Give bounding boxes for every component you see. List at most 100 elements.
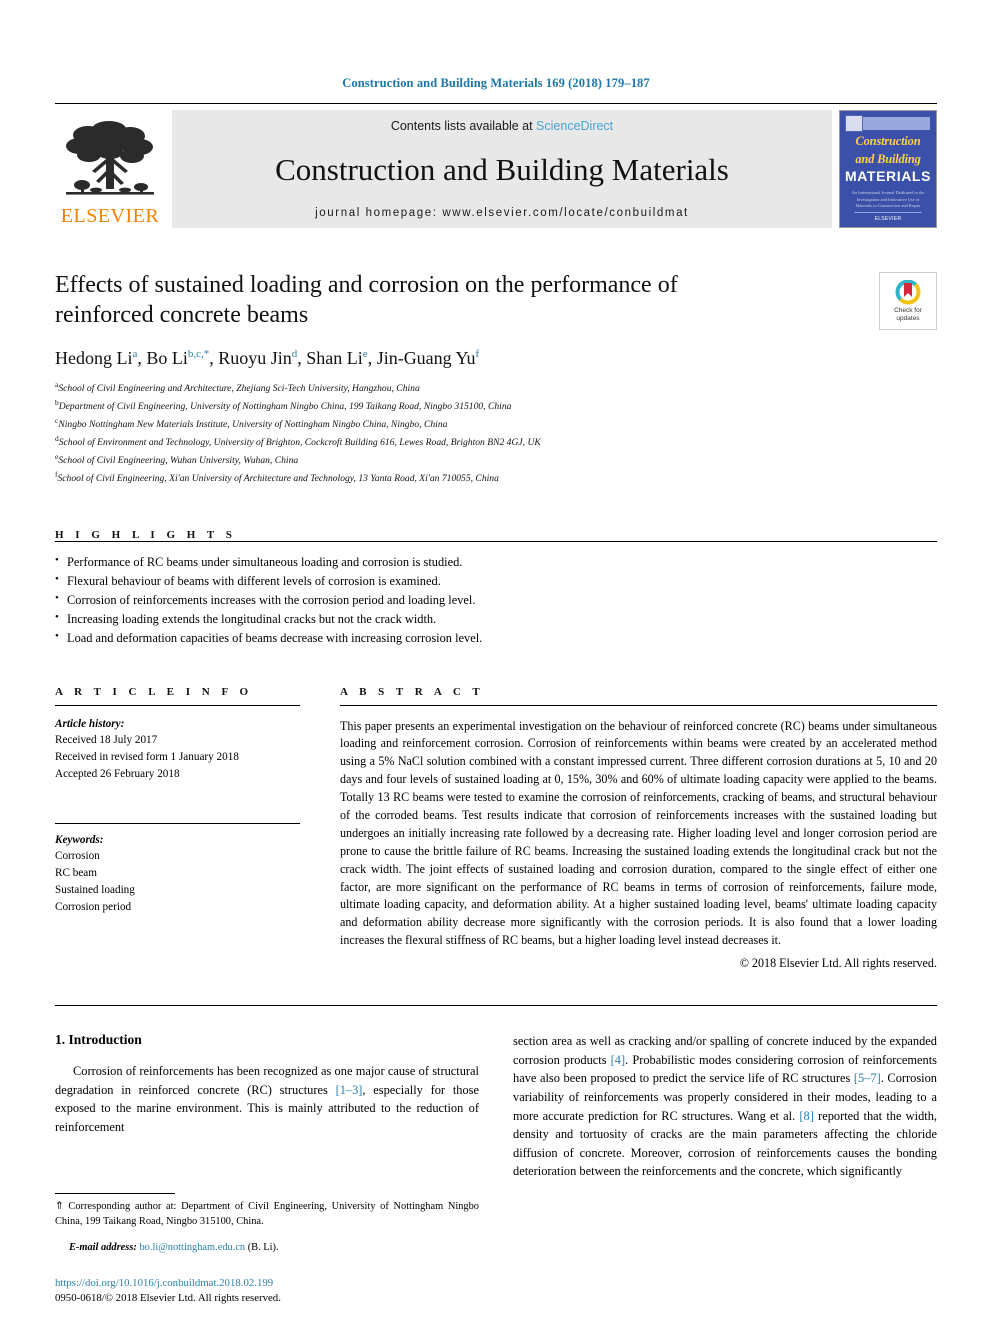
crossmark-label-line1: Check for — [894, 306, 922, 314]
copyright-line: © 2018 Elsevier Ltd. All rights reserved… — [739, 956, 937, 971]
journal-cover-thumbnail[interactable]: Construction and Building MATERIALS An I… — [839, 110, 937, 228]
highlights-heading: H I G H L I G H T S — [55, 529, 237, 542]
keywords-label: Keywords: — [55, 833, 104, 846]
affiliation-item: eSchool of Civil Engineering, Wuhan Univ… — [55, 451, 937, 469]
article-history-item: Accepted 26 February 2018 — [55, 767, 180, 780]
affiliation-text: School of Civil Engineering, Xi'an Unive… — [57, 473, 499, 485]
sciencedirect-link[interactable]: ScienceDirect — [536, 119, 613, 133]
footnote-block: ⇑ Corresponding author at: Department of… — [55, 1192, 479, 1308]
highlights-section: H I G H L I G H T S Performance of RC be… — [55, 529, 937, 647]
affiliation-item: fSchool of Civil Engineering, Xi'an Univ… — [55, 469, 937, 487]
keyword-item: Corrosion period — [55, 900, 132, 913]
author-name: Ruoyu Jin — [218, 348, 292, 368]
email-note: E-mail address: bo.li@nottingham.edu.cn … — [55, 1240, 479, 1256]
author-affil-mark: b,c, — [187, 348, 204, 360]
cover-title-line2: and Building — [855, 152, 921, 166]
article-page: Construction and Building Materials 169 … — [0, 0, 992, 1323]
affiliation-text: School of Environment and Technology, Un… — [58, 437, 541, 449]
article-history-label: Article history: — [55, 717, 125, 730]
affiliation-text: Department of Civil Engineering, Univers… — [58, 401, 512, 413]
article-history-item: Received 18 July 2017 — [55, 734, 158, 747]
cover-footer: ELSEVIER — [840, 212, 936, 222]
author-list: Hedong Lia, Bo Lib,c,*, Ruoyu Jind, Shan… — [55, 348, 480, 368]
section-divider-rule — [55, 1005, 937, 1007]
body-columns: 1. Introduction Corrosion of reinforceme… — [55, 1032, 937, 1307]
journal-band: Contents lists available at ScienceDirec… — [172, 110, 832, 228]
cover-title-line3: MATERIALS — [844, 168, 932, 184]
body-column-left: 1. Introduction Corrosion of reinforceme… — [55, 1032, 479, 1307]
author-name: Jin-Guang Yu — [376, 348, 476, 368]
elsevier-wordmark: ELSEVIER — [60, 205, 160, 227]
corresponding-author-note: ⇑ Corresponding author at: Department of… — [55, 1199, 479, 1230]
crossmark-icon — [895, 279, 921, 305]
cover-footer-text: ELSEVIER — [874, 216, 902, 222]
keyword-item: Sustained loading — [55, 884, 135, 897]
author-affil-mark: a — [132, 348, 138, 360]
affiliation-item: cNingbo Nottingham New Materials Institu… — [55, 415, 937, 433]
keywords-block: Keywords: Corrosion RC beam Sustained lo… — [55, 832, 300, 916]
article-history-item: Received in revised form 1 January 2018 — [55, 751, 239, 764]
email-owner: (B. Li). — [245, 1242, 279, 1254]
doi-link[interactable]: https://doi.org/10.1016/j.conbuildmat.20… — [55, 1276, 479, 1292]
cover-footer-rule — [854, 212, 922, 213]
title-block: Check for updates Effects of sustained l… — [55, 270, 937, 487]
keyword-item: RC beam — [55, 867, 97, 880]
article-info-rule — [55, 704, 300, 706]
running-head: Construction and Building Materials 169 … — [342, 76, 650, 90]
author-name: Shan Li — [306, 348, 363, 368]
abstract-column: A B S T R A C T This paper presents an e… — [340, 686, 937, 972]
list-item: Performance of RC beams under simultaneo… — [55, 552, 937, 572]
abstract-text: This paper presents an experimental inve… — [340, 718, 937, 948]
body-column-right: section area as well as cracking and/or … — [513, 1032, 937, 1307]
affiliation-text: School of Civil Engineering, Wuhan Unive… — [58, 455, 299, 467]
article-info-column: A R T I C L E I N F O Article history: R… — [55, 686, 300, 972]
list-item: Increasing loading extends the longitudi… — [55, 609, 937, 629]
citation-ref[interactable]: [4] — [611, 1053, 625, 1067]
elsevier-tree-icon — [66, 121, 154, 195]
citation-ref[interactable]: [1–3] — [336, 1083, 363, 1097]
list-item: Flexural behaviour of beams with differe… — [55, 571, 937, 591]
cover-badge-icon — [845, 115, 863, 132]
doi-block: https://doi.org/10.1016/j.conbuildmat.20… — [55, 1276, 479, 1307]
issn-copyright-line: 0950-0618/© 2018 Elsevier Ltd. All right… — [55, 1292, 281, 1305]
info-abstract-section: A R T I C L E I N F O Article history: R… — [55, 686, 937, 972]
affiliation-item: bDepartment of Civil Engineering, Univer… — [55, 397, 937, 415]
elsevier-logo: ELSEVIER — [55, 110, 165, 228]
footnote-text: Corresponding author at: Department of C… — [55, 1200, 479, 1228]
page-title: Effects of sustained loading and corrosi… — [55, 272, 678, 328]
highlights-rule — [55, 541, 937, 543]
affiliation-text: Ningbo Nottingham New Materials Institut… — [58, 419, 448, 431]
keyword-item: Corrosion — [55, 850, 100, 863]
list-item: Load and deformation capacities of beams… — [55, 628, 937, 648]
article-info-heading: A R T I C L E I N F O — [55, 685, 253, 698]
affiliation-item: aSchool of Civil Engineering and Archite… — [55, 379, 937, 397]
crossmark-badge[interactable]: Check for updates — [879, 272, 937, 330]
journal-homepage-link[interactable]: journal homepage: www.elsevier.com/locat… — [315, 207, 689, 219]
introduction-paragraph: Corrosion of reinforcements has been rec… — [55, 1062, 479, 1136]
journal-masthead: ELSEVIER Contents lists available at Sci… — [55, 110, 937, 228]
abstract-rule — [340, 704, 937, 706]
crossmark-label: Check for updates — [894, 307, 922, 323]
footnote-star-icon: ⇑ — [55, 1200, 64, 1212]
corresponding-author-mark: * — [203, 348, 210, 360]
cover-subtitle: An International Journal Dedicated to th… — [851, 190, 925, 209]
author-affil-mark: e — [362, 348, 368, 360]
cover-title-line1: Construction — [855, 134, 921, 148]
abstract-heading: A B S T R A C T — [340, 685, 485, 698]
contents-line: Contents lists available at ScienceDirec… — [391, 119, 613, 133]
affiliation-list: aSchool of Civil Engineering and Archite… — [55, 379, 937, 487]
journal-title: Construction and Building Materials — [275, 151, 729, 187]
list-item: Corrosion of reinforcements increases wi… — [55, 590, 937, 610]
masthead-top-rule — [55, 103, 937, 104]
citation-ref[interactable]: [5–7] — [854, 1071, 881, 1085]
crossmark-label-line2: updates — [896, 314, 920, 322]
author-name: Bo Li — [146, 348, 188, 368]
introduction-heading: 1. Introduction — [55, 1032, 142, 1048]
email-link[interactable]: bo.li@nottingham.edu.cn — [139, 1242, 245, 1253]
author-affil-mark: f — [475, 348, 480, 360]
footnote-rule — [55, 1192, 175, 1194]
affiliation-text: School of Civil Engineering and Architec… — [58, 383, 420, 395]
citation-ref[interactable]: [8] — [799, 1109, 813, 1123]
highlights-list: Performance of RC beams under simultaneo… — [55, 552, 937, 648]
introduction-paragraph-continued: section area as well as cracking and/or … — [513, 1032, 937, 1181]
